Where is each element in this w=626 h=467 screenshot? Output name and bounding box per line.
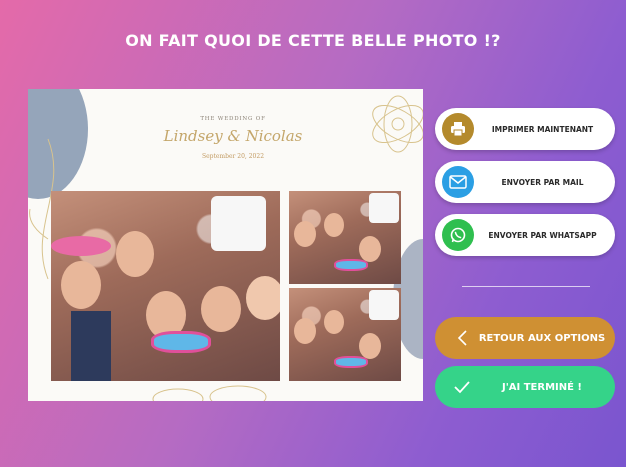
thumbnail-photo	[289, 288, 401, 381]
print-button[interactable]: IMPRIMER MAINTENANT	[435, 108, 615, 150]
check-icon	[447, 380, 477, 394]
back-to-options-button[interactable]: RETOUR AUX OPTIONS	[435, 317, 615, 359]
divider	[462, 286, 590, 287]
wedding-header: THE WEDDING OF	[200, 116, 266, 122]
couple-names: Lindsey & Nicolas	[163, 127, 303, 145]
email-button[interactable]: ENVOYER PAR MAIL	[435, 161, 615, 203]
whatsapp-icon	[442, 219, 474, 251]
mail-icon	[442, 166, 474, 198]
flower-decor-icon	[372, 95, 423, 153]
print-button-label: IMPRIMER MAINTENANT	[491, 124, 594, 134]
main-photo	[51, 191, 280, 381]
whatsapp-button-label: ENVOYER PAR WHATSAPP	[488, 230, 597, 240]
photo-preview: THE WEDDING OF Lindsey & Nicolas Septemb…	[28, 89, 423, 401]
whatsapp-button[interactable]: ENVOYER PAR WHATSAPP	[435, 214, 615, 256]
wedding-date: September 20, 2022	[201, 153, 265, 160]
chevron-left-icon	[447, 329, 477, 347]
printer-icon	[442, 113, 474, 145]
back-button-label: RETOUR AUX OPTIONS	[478, 332, 606, 344]
done-button[interactable]: J'AI TERMINÉ !	[435, 366, 615, 408]
email-button-label: ENVOYER PAR MAIL	[501, 177, 584, 187]
page-title: ON FAIT QUOI DE CETTE BELLE PHOTO !?	[125, 31, 501, 50]
thumbnail-photo	[289, 191, 401, 284]
done-button-label: J'AI TERMINÉ !	[502, 381, 582, 393]
